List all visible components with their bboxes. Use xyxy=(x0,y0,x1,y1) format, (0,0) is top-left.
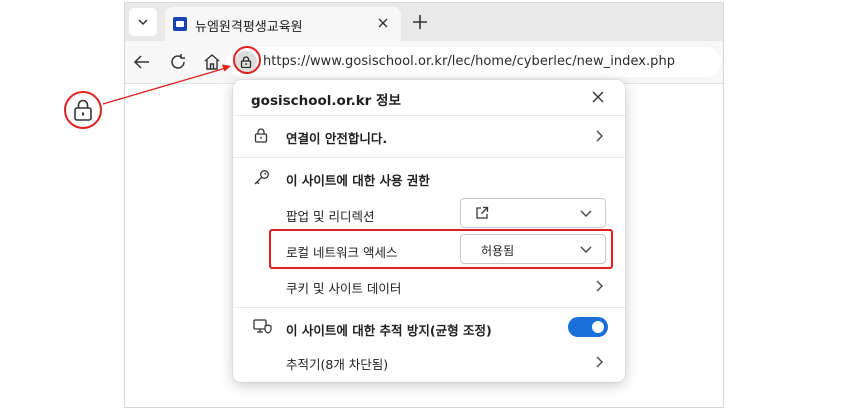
lock-icon xyxy=(254,128,268,143)
chevron-right-icon xyxy=(592,355,606,369)
tracking-prevention-label: 이 사이트에 대한 추적 방지(균형 조정) xyxy=(286,323,492,338)
site-favicon xyxy=(173,17,187,31)
refresh-button[interactable] xyxy=(165,49,191,75)
connection-secure-row[interactable]: 연결이 안전합니다. xyxy=(233,116,625,156)
refresh-icon xyxy=(171,54,185,69)
chevron-down-icon xyxy=(138,19,148,26)
trackers-row[interactable]: 추적기(8개 차단됨) xyxy=(233,346,625,378)
enlarged-lock-annotation xyxy=(64,91,102,129)
external-link-icon xyxy=(476,206,489,219)
navigation-toolbar: https://www.gosischool.or.kr/lec/home/cy… xyxy=(125,41,723,84)
popups-redirects-select[interactable] xyxy=(460,198,606,228)
chevron-right-icon xyxy=(592,279,606,293)
back-icon xyxy=(133,55,149,69)
tab-strip: 뉴엠원격평생교육원 xyxy=(125,3,723,41)
popup-close-button[interactable] xyxy=(587,86,609,108)
home-icon xyxy=(204,54,220,70)
permissions-header: 이 사이트에 대한 사용 권한 xyxy=(286,173,430,188)
chevron-right-icon xyxy=(592,129,606,143)
toggle-knob xyxy=(592,321,604,333)
divider xyxy=(233,307,625,308)
key-icon xyxy=(254,170,269,185)
tab-list-button[interactable] xyxy=(129,8,157,36)
connection-secure-label: 연결이 안전합니다. xyxy=(286,131,388,146)
chevron-down-icon xyxy=(579,207,593,221)
back-button[interactable] xyxy=(129,49,155,75)
site-info-popup: gosischool.or.kr 정보 연결이 안전합니다. 이 사이트에 대한… xyxy=(233,80,625,382)
new-tab-icon xyxy=(413,15,427,29)
new-tab-button[interactable] xyxy=(409,11,431,33)
popups-redirects-label: 팝업 및 리디렉션 xyxy=(286,209,375,224)
tab-title: 뉴엠원격평생교육원 xyxy=(195,20,303,35)
trackers-label: 추적기(8개 차단됨) xyxy=(286,357,389,372)
url-text: https://www.gosischool.or.kr/lec/home/cy… xyxy=(263,54,676,69)
home-button[interactable] xyxy=(199,49,225,75)
local-network-highlight-box xyxy=(269,229,613,269)
browser-tab[interactable]: 뉴엠원격평생교육원 xyxy=(165,7,401,41)
tab-close-button[interactable] xyxy=(373,13,393,33)
cookies-site-data-label: 쿠키 및 사이트 데이터 xyxy=(286,281,402,296)
cookies-site-data-row[interactable]: 쿠키 및 사이트 데이터 xyxy=(233,272,625,306)
tracking-prevention-toggle[interactable] xyxy=(568,317,608,337)
lock-highlight-ring xyxy=(233,46,261,74)
close-icon xyxy=(378,18,388,28)
divider xyxy=(233,157,625,158)
close-icon xyxy=(592,91,604,103)
lock-icon xyxy=(74,99,92,121)
popup-title: gosischool.or.kr 정보 xyxy=(251,93,401,109)
tracking-prevention-icon xyxy=(253,319,272,334)
address-bar[interactable]: https://www.gosischool.or.kr/lec/home/cy… xyxy=(227,47,721,77)
